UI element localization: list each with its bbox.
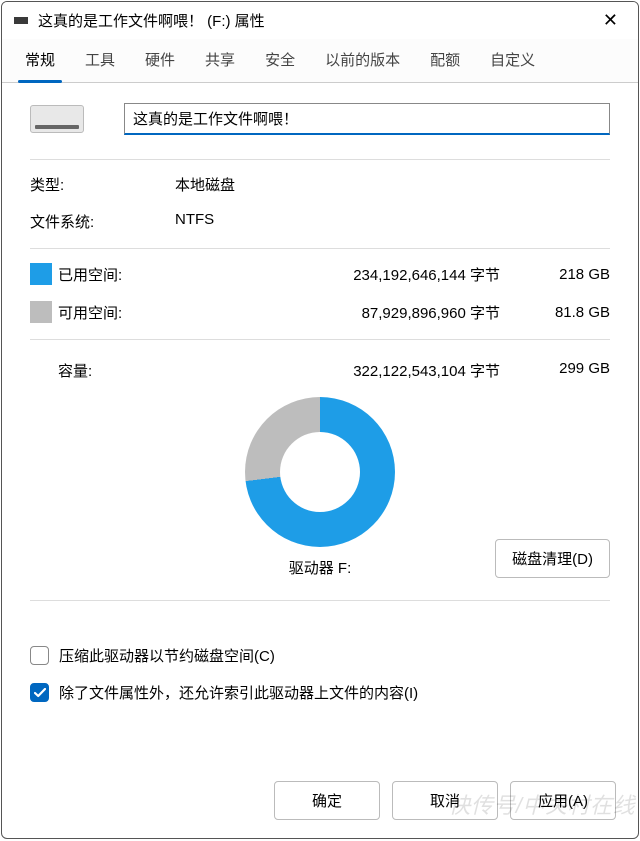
- fs-value: NTFS: [175, 211, 610, 232]
- drive-letter-label: 驱动器 F:: [289, 557, 352, 578]
- tab-security[interactable]: 安全: [250, 39, 310, 82]
- free-human: 81.8 GB: [520, 304, 610, 321]
- compress-checkbox[interactable]: [30, 646, 49, 665]
- checkbox-area: 压缩此驱动器以节约磁盘空间(C) 除了文件属性外，还允许索引此驱动器上文件的内容…: [30, 645, 610, 719]
- properties-dialog: 这真的是工作文件啊喂！ (F:) 属性 ✕ 常规 工具 硬件 共享 安全 以前的…: [1, 1, 639, 839]
- used-swatch-icon: [30, 263, 52, 285]
- tab-customize[interactable]: 自定义: [475, 39, 550, 82]
- tab-quota[interactable]: 配额: [415, 39, 475, 82]
- index-label: 除了文件属性外，还允许索引此驱动器上文件的内容(I): [59, 682, 418, 703]
- fs-label: 文件系统:: [30, 211, 175, 232]
- content-area: 类型: 本地磁盘 文件系统: NTFS 已用空间: 234,192,646,14…: [2, 83, 638, 767]
- capacity-label: 容量:: [30, 360, 178, 381]
- apply-button[interactable]: 应用(A): [510, 781, 616, 820]
- button-footer: 确定 取消 应用(A): [2, 767, 638, 838]
- basic-info: 类型: 本地磁盘 文件系统: NTFS: [30, 174, 610, 232]
- ok-button[interactable]: 确定: [274, 781, 380, 820]
- free-swatch-icon: [30, 301, 52, 323]
- space-grid: 已用空间: 234,192,646,144 字节 218 GB 可用空间: 87…: [30, 263, 610, 323]
- free-label: 可用空间:: [58, 302, 178, 323]
- disk-cleanup-button[interactable]: 磁盘清理(D): [495, 539, 610, 578]
- free-bytes: 87,929,896,960 字节: [178, 302, 520, 323]
- tab-general[interactable]: 常规: [10, 39, 70, 82]
- cancel-button[interactable]: 取消: [392, 781, 498, 820]
- tab-prev-versions[interactable]: 以前的版本: [310, 39, 415, 82]
- tab-hardware[interactable]: 硬件: [130, 39, 190, 82]
- divider: [30, 600, 610, 601]
- window-title: 这真的是工作文件啊喂！ (F:) 属性: [38, 10, 595, 31]
- titlebar: 这真的是工作文件啊喂！ (F:) 属性 ✕: [2, 2, 638, 39]
- capacity-human: 299 GB: [520, 360, 610, 381]
- used-bytes: 234,192,646,144 字节: [178, 264, 520, 285]
- tab-strip: 常规 工具 硬件 共享 安全 以前的版本 配额 自定义: [2, 39, 638, 83]
- compress-label: 压缩此驱动器以节约磁盘空间(C): [59, 645, 275, 666]
- close-button[interactable]: ✕: [595, 10, 626, 31]
- name-row: [30, 103, 610, 135]
- used-human: 218 GB: [520, 266, 610, 283]
- index-checkbox[interactable]: [30, 683, 49, 702]
- capacity-row: 容量: 322,122,543,104 字节 299 GB: [30, 354, 610, 387]
- divider: [30, 339, 610, 340]
- tab-sharing[interactable]: 共享: [190, 39, 250, 82]
- drive-icon: [30, 105, 84, 133]
- used-label: 已用空间:: [58, 264, 178, 285]
- divider: [30, 248, 610, 249]
- divider: [30, 159, 610, 160]
- index-checkbox-row[interactable]: 除了文件属性外，还允许索引此驱动器上文件的内容(I): [30, 682, 610, 703]
- volume-name-input[interactable]: [124, 103, 610, 135]
- type-value: 本地磁盘: [175, 174, 610, 195]
- donut-area: 驱动器 F: 磁盘清理(D): [30, 397, 610, 578]
- usage-donut-chart: [245, 397, 395, 547]
- type-label: 类型:: [30, 174, 175, 195]
- capacity-bytes: 322,122,543,104 字节: [178, 360, 520, 381]
- drive-title-icon: [14, 17, 28, 24]
- compress-checkbox-row[interactable]: 压缩此驱动器以节约磁盘空间(C): [30, 645, 610, 666]
- tab-tools[interactable]: 工具: [70, 39, 130, 82]
